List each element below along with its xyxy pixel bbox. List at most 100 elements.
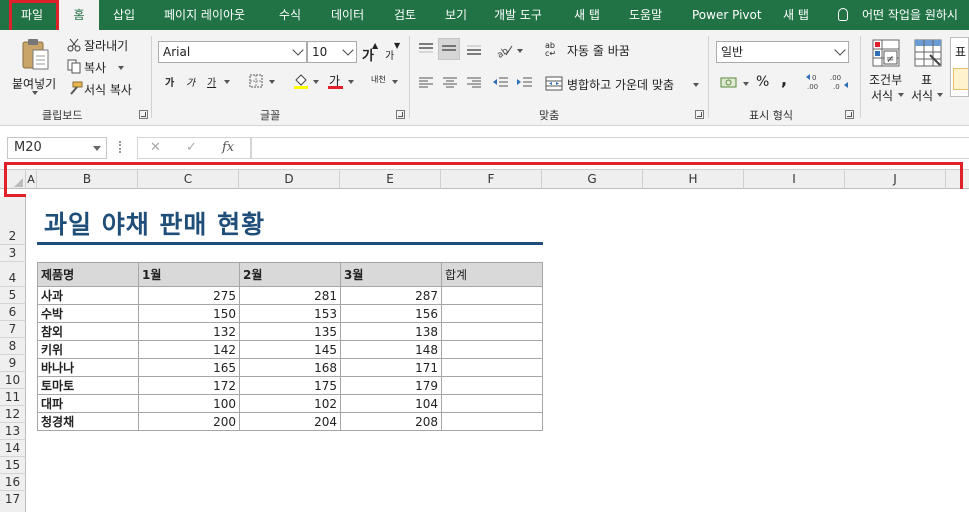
- enter-icon[interactable]: ✓: [186, 138, 197, 158]
- column-header-g[interactable]: G: [542, 170, 643, 189]
- row-header-10[interactable]: 10: [0, 372, 26, 389]
- cancel-icon[interactable]: ✕: [150, 138, 161, 158]
- tab-page-layout[interactable]: 페이지 레이아웃: [164, 0, 245, 30]
- shrink-font-button[interactable]: 가 ▼: [381, 41, 401, 63]
- tab-file[interactable]: 파일: [8, 0, 56, 30]
- product-name[interactable]: 청경채: [37, 412, 139, 431]
- column-header-e[interactable]: E: [340, 170, 441, 189]
- comma-style-button[interactable]: ,: [781, 70, 787, 89]
- phonetic-button[interactable]: 내천: [367, 70, 399, 90]
- value-mar[interactable]: 156: [340, 304, 442, 323]
- cut-button[interactable]: 잘라내기: [64, 34, 138, 54]
- value-jan[interactable]: 200: [138, 412, 240, 431]
- value-total[interactable]: [441, 286, 543, 305]
- cell-styles-gallery[interactable]: 표: [950, 37, 969, 97]
- value-jan[interactable]: 142: [138, 340, 240, 359]
- column-header-c[interactable]: C: [138, 170, 239, 189]
- value-mar[interactable]: 287: [340, 286, 442, 305]
- formula-input[interactable]: [251, 137, 969, 159]
- select-all-button[interactable]: [0, 170, 26, 189]
- value-mar[interactable]: 138: [340, 322, 442, 341]
- tab-help[interactable]: 도움말: [629, 0, 662, 30]
- value-feb[interactable]: 281: [239, 286, 341, 305]
- insert-function-icon[interactable]: fx: [222, 138, 234, 158]
- font-color-button[interactable]: 가: [326, 70, 358, 90]
- column-header-j[interactable]: J: [845, 170, 946, 189]
- number-dialog-launcher[interactable]: [845, 110, 854, 119]
- wrap-text-button[interactable]: ab c↵ 자동 줄 바꿈: [544, 39, 644, 59]
- value-feb[interactable]: 135: [239, 322, 341, 341]
- font-name-select[interactable]: Arial: [158, 41, 307, 63]
- paste-button[interactable]: 붙여넣기: [6, 34, 62, 95]
- align-center-icon[interactable]: [442, 76, 458, 90]
- value-total[interactable]: [441, 304, 543, 323]
- bold-button[interactable]: 가: [160, 70, 178, 90]
- underline-button[interactable]: 가: [202, 70, 232, 90]
- row-header-12[interactable]: 12: [0, 406, 26, 423]
- row-header-5[interactable]: 5: [0, 287, 26, 304]
- row-header-16[interactable]: 16: [0, 474, 26, 491]
- tab-insert[interactable]: 삽입: [113, 0, 135, 30]
- formula-bar-splitter[interactable]: [119, 141, 122, 153]
- column-header-b[interactable]: B: [37, 170, 138, 189]
- tab-home[interactable]: 홈: [59, 0, 99, 30]
- alignment-dialog-launcher[interactable]: [695, 110, 704, 119]
- column-header-a[interactable]: A: [26, 170, 37, 189]
- column-header-next[interactable]: [946, 170, 969, 189]
- header-feb[interactable]: 2월: [239, 262, 341, 287]
- row-header-9[interactable]: 9: [0, 355, 26, 372]
- header-total[interactable]: 합계: [441, 262, 543, 287]
- row-header-14[interactable]: 14: [0, 440, 26, 457]
- value-feb[interactable]: 145: [239, 340, 341, 359]
- fill-color-button[interactable]: [290, 70, 324, 90]
- align-middle-button[interactable]: [438, 38, 460, 60]
- value-feb[interactable]: 175: [239, 376, 341, 395]
- percent-style-button[interactable]: %: [756, 74, 769, 90]
- value-total[interactable]: [441, 322, 543, 341]
- tab-power-pivot[interactable]: Power Pivot: [692, 0, 762, 30]
- product-name[interactable]: 대파: [37, 394, 139, 413]
- value-total[interactable]: [441, 376, 543, 395]
- align-top-icon[interactable]: [418, 42, 434, 56]
- format-painter-button[interactable]: 서식 복사: [64, 78, 140, 98]
- copy-button[interactable]: 복사: [64, 56, 138, 76]
- column-header-i[interactable]: I: [744, 170, 845, 189]
- value-feb[interactable]: 168: [239, 358, 341, 377]
- value-feb[interactable]: 102: [239, 394, 341, 413]
- font-dialog-launcher[interactable]: [396, 110, 405, 119]
- column-header-h[interactable]: H: [643, 170, 744, 189]
- row-header-6[interactable]: 6: [0, 304, 26, 321]
- value-feb[interactable]: 153: [239, 304, 341, 323]
- grow-font-button[interactable]: 가 ▲: [359, 41, 379, 64]
- value-jan[interactable]: 172: [138, 376, 240, 395]
- column-header-f[interactable]: F: [441, 170, 542, 189]
- value-mar[interactable]: 208: [340, 412, 442, 431]
- row-header-3[interactable]: 3: [0, 245, 26, 262]
- tab-data[interactable]: 데이터: [331, 0, 364, 30]
- header-jan[interactable]: 1월: [138, 262, 240, 287]
- value-jan[interactable]: 275: [138, 286, 240, 305]
- value-feb[interactable]: 204: [239, 412, 341, 431]
- conditional-formatting-button[interactable]: ≠ 조건부 서식: [866, 36, 906, 104]
- value-total[interactable]: [441, 412, 543, 431]
- product-name[interactable]: 참외: [37, 322, 139, 341]
- row-header-7[interactable]: 7: [0, 321, 26, 338]
- italic-button[interactable]: 가: [181, 70, 199, 90]
- product-name[interactable]: 바나나: [37, 358, 139, 377]
- product-name[interactable]: 수박: [37, 304, 139, 323]
- header-product[interactable]: 제품명: [37, 262, 139, 287]
- value-jan[interactable]: 165: [138, 358, 240, 377]
- row-header-2[interactable]: 2: [0, 197, 26, 245]
- value-total[interactable]: [441, 358, 543, 377]
- value-jan[interactable]: 150: [138, 304, 240, 323]
- tab-new-tab-1[interactable]: 새 탭: [574, 0, 600, 30]
- clipboard-dialog-launcher[interactable]: [139, 110, 148, 119]
- decrease-indent-icon[interactable]: [492, 76, 509, 90]
- tab-review[interactable]: 검토: [394, 0, 416, 30]
- value-jan[interactable]: 132: [138, 322, 240, 341]
- row-header-13[interactable]: 13: [0, 423, 26, 440]
- accounting-format-button[interactable]: [718, 72, 752, 92]
- product-name[interactable]: 사과: [37, 286, 139, 305]
- product-name[interactable]: 키위: [37, 340, 139, 359]
- font-size-select[interactable]: 10: [307, 41, 357, 63]
